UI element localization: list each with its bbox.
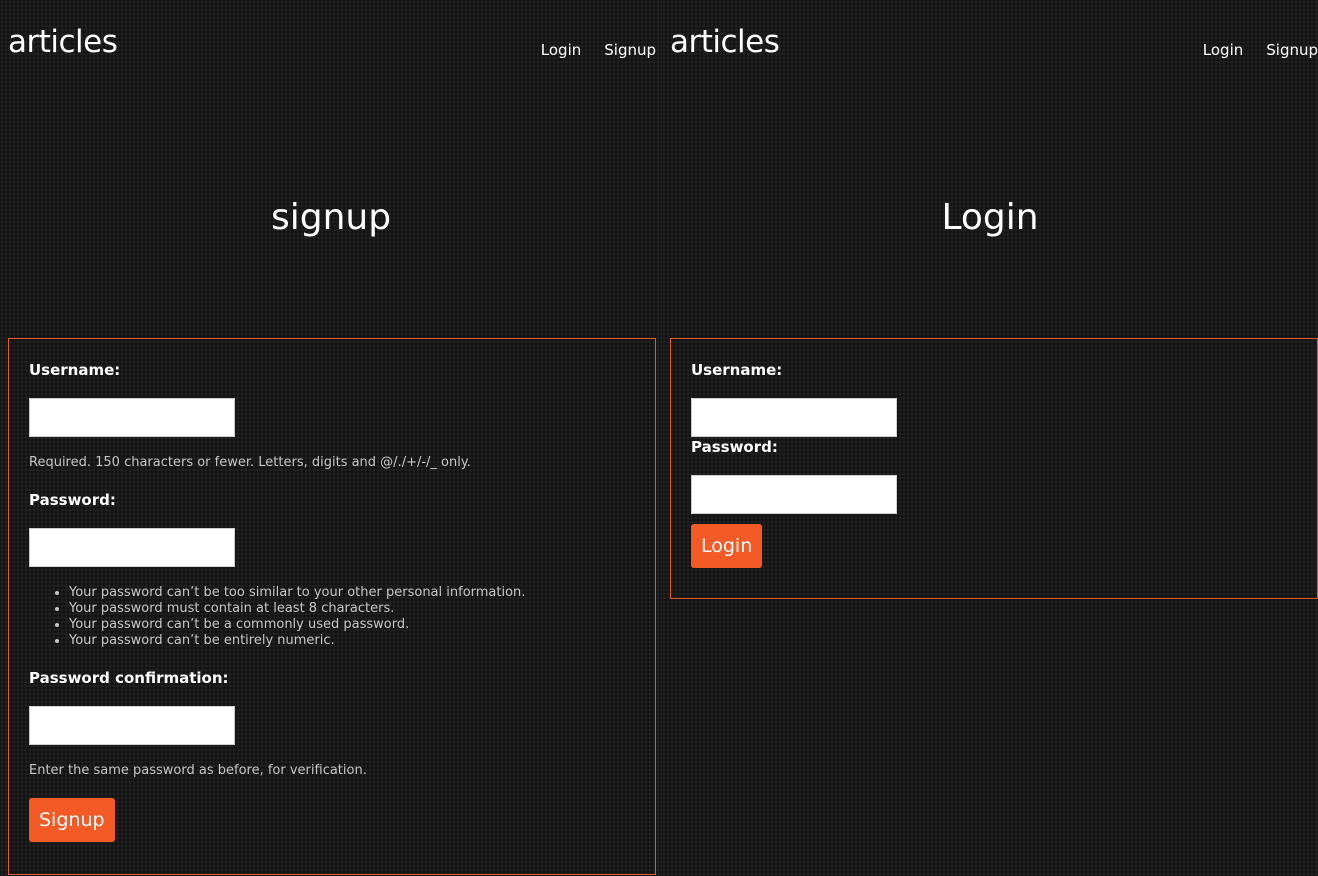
password-input[interactable]	[29, 528, 235, 567]
signup-form: Username: Required. 150 characters or fe…	[8, 338, 656, 875]
top-nav: Login Signup	[541, 40, 656, 60]
signup-submit-button[interactable]: Signup	[29, 798, 115, 842]
login-window: articles Login Signup Login Username: Pa…	[662, 0, 1318, 876]
password-rule-item: Your password must contain at least 8 ch…	[69, 601, 635, 617]
nav-login-link[interactable]: Login	[541, 40, 581, 60]
password-confirmation-label: Password confirmation:	[29, 669, 229, 687]
nav-signup-link[interactable]: Signup	[1266, 40, 1318, 60]
password-rule-item: Your password can’t be a commonly used p…	[69, 617, 635, 633]
password-label: Password:	[29, 491, 116, 509]
password-confirmation-input[interactable]	[29, 706, 235, 745]
site-logo[interactable]: articles	[670, 24, 780, 60]
username-input[interactable]	[691, 398, 897, 437]
login-submit-button[interactable]: Login	[691, 524, 763, 568]
page-title: Login	[941, 197, 1039, 238]
signup-window: articles Login Signup signup Username: R…	[0, 0, 662, 876]
password-input[interactable]	[691, 475, 897, 514]
nav-signup-link[interactable]: Signup	[604, 40, 656, 60]
password-rule-item: Your password can’t be too similar to yo…	[69, 585, 635, 601]
username-label: Username:	[691, 361, 783, 379]
username-input[interactable]	[29, 398, 235, 437]
username-help-text: Required. 150 characters or fewer. Lette…	[29, 455, 471, 470]
username-label: Username:	[29, 361, 121, 379]
password-rule-item: Your password can’t be entirely numeric.	[69, 633, 635, 649]
page-title: signup	[270, 197, 392, 238]
nav-login-link[interactable]: Login	[1203, 40, 1243, 60]
login-form: Username: Password: Login	[670, 338, 1318, 599]
top-nav: Login Signup	[1203, 40, 1318, 60]
password-rules-list: Your password can’t be too similar to yo…	[29, 585, 635, 649]
password-label: Password:	[691, 438, 778, 456]
password-confirmation-help-text: Enter the same password as before, for v…	[29, 763, 367, 778]
site-logo[interactable]: articles	[8, 24, 118, 60]
